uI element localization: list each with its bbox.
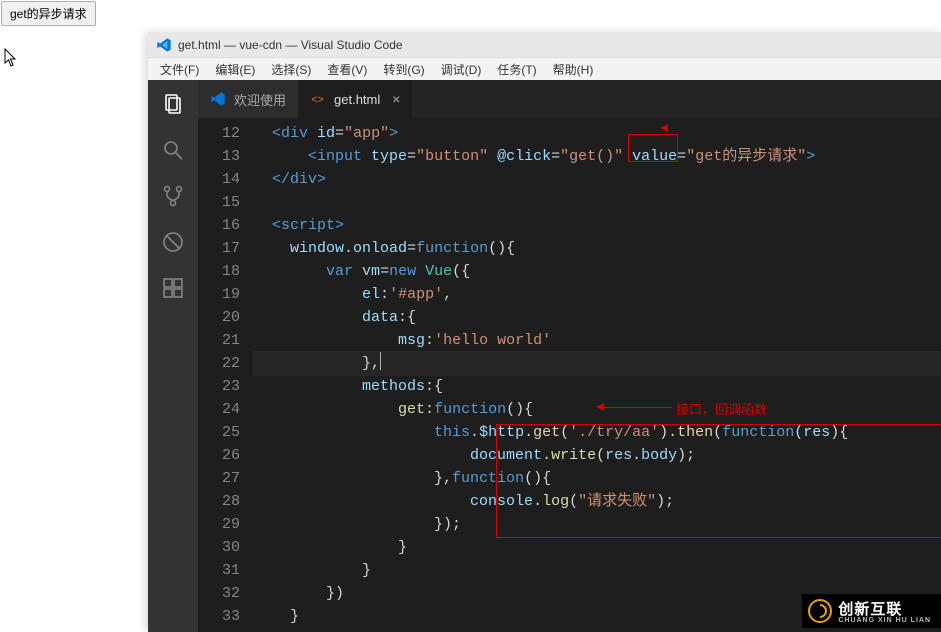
code-content[interactable]: <div id="app"> <input type="button" @cli… bbox=[254, 122, 941, 628]
code-line[interactable]: window.onload=function(){ bbox=[254, 237, 941, 260]
close-icon[interactable]: × bbox=[392, 91, 400, 107]
line-number: 33 bbox=[198, 605, 240, 628]
line-number: 12 bbox=[198, 122, 240, 145]
line-number: 32 bbox=[198, 582, 240, 605]
line-number: 15 bbox=[198, 191, 240, 214]
menu-item[interactable]: 编辑(E) bbox=[207, 61, 263, 78]
line-number: 19 bbox=[198, 283, 240, 306]
line-gutter: 1213141516171819202122232425262728293031… bbox=[198, 122, 254, 628]
code-line[interactable]: el:'#app', bbox=[254, 283, 941, 306]
line-number: 27 bbox=[198, 467, 240, 490]
code-line[interactable]: document.write(res.body); bbox=[254, 444, 941, 467]
vscode-window: get.html — vue-cdn — Visual Studio Code … bbox=[148, 32, 941, 632]
menu-item[interactable]: 选择(S) bbox=[263, 61, 319, 78]
window-title: get.html — vue-cdn — Visual Studio Code bbox=[178, 38, 403, 52]
menu-item[interactable]: 帮助(H) bbox=[545, 61, 602, 78]
search-icon[interactable] bbox=[159, 136, 187, 164]
code-line[interactable] bbox=[254, 191, 941, 214]
watermark-badge: 创新互联 CHUANG XIN HU LIAN bbox=[802, 594, 941, 628]
vs-icon bbox=[210, 91, 226, 107]
menu-item[interactable]: 查看(V) bbox=[319, 61, 375, 78]
extensions-icon[interactable] bbox=[159, 274, 187, 302]
menu-item[interactable]: 转到(G) bbox=[375, 61, 432, 78]
tab-get.html[interactable]: <> get.html × bbox=[298, 80, 412, 118]
line-number: 31 bbox=[198, 559, 240, 582]
code-line[interactable]: data:{ bbox=[254, 306, 941, 329]
editor-tabs: 欢迎使用 <> get.html × bbox=[198, 80, 941, 118]
code-line[interactable]: </div> bbox=[254, 168, 941, 191]
git-icon[interactable] bbox=[159, 182, 187, 210]
code-icon: <> bbox=[310, 91, 326, 107]
code-line[interactable]: }); bbox=[254, 513, 941, 536]
watermark-title: 创新互联 bbox=[838, 601, 902, 618]
line-number: 13 bbox=[198, 145, 240, 168]
vscode-logo-icon bbox=[156, 37, 172, 53]
menu-item[interactable]: 文件(F) bbox=[152, 61, 207, 78]
code-line[interactable]: msg:'hello world' bbox=[254, 329, 941, 352]
line-number: 21 bbox=[198, 329, 240, 352]
line-number: 16 bbox=[198, 214, 240, 237]
code-line[interactable]: } bbox=[254, 536, 941, 559]
code-line[interactable]: var vm=new Vue({ bbox=[254, 260, 941, 283]
line-number: 29 bbox=[198, 513, 240, 536]
code-editor[interactable]: 1213141516171819202122232425262728293031… bbox=[198, 118, 941, 632]
line-number: 20 bbox=[198, 306, 240, 329]
line-number: 14 bbox=[198, 168, 240, 191]
tab-label: get.html bbox=[334, 92, 380, 107]
cursor-arrow-icon bbox=[4, 48, 20, 73]
code-line[interactable]: }, bbox=[254, 352, 941, 375]
code-line[interactable]: this.$http.get('./try/aa').then(function… bbox=[254, 421, 941, 444]
code-line[interactable]: <input type="button" @click="get()" valu… bbox=[254, 145, 941, 168]
code-line[interactable]: <div id="app"> bbox=[254, 122, 941, 145]
line-number: 23 bbox=[198, 375, 240, 398]
line-number: 28 bbox=[198, 490, 240, 513]
menu-item[interactable]: 任务(T) bbox=[489, 61, 544, 78]
code-line[interactable]: get:function(){ bbox=[254, 398, 941, 421]
line-number: 18 bbox=[198, 260, 240, 283]
code-line[interactable]: } bbox=[254, 559, 941, 582]
code-line[interactable]: methods:{ bbox=[254, 375, 941, 398]
line-number: 24 bbox=[198, 398, 240, 421]
menu-item[interactable]: 调试(D) bbox=[433, 61, 490, 78]
line-number: 30 bbox=[198, 536, 240, 559]
files-icon[interactable] bbox=[159, 90, 187, 118]
watermark-subtitle: CHUANG XIN HU LIAN bbox=[838, 617, 931, 624]
svg-text:<>: <> bbox=[311, 94, 323, 106]
code-line[interactable]: console.log("请求失败"); bbox=[254, 490, 941, 513]
menubar[interactable]: 文件(F)编辑(E)选择(S)查看(V)转到(G)调试(D)任务(T)帮助(H) bbox=[148, 58, 941, 80]
titlebar: get.html — vue-cdn — Visual Studio Code bbox=[148, 32, 941, 58]
line-number: 22 bbox=[198, 352, 240, 375]
line-number: 26 bbox=[198, 444, 240, 467]
code-line[interactable]: },function(){ bbox=[254, 467, 941, 490]
text-caret bbox=[380, 352, 381, 370]
tab-欢迎使用[interactable]: 欢迎使用 bbox=[198, 80, 298, 118]
line-number: 17 bbox=[198, 237, 240, 260]
debug-icon[interactable] bbox=[159, 228, 187, 256]
code-line[interactable]: <script> bbox=[254, 214, 941, 237]
watermark-logo-icon bbox=[808, 599, 832, 623]
tab-label: 欢迎使用 bbox=[234, 90, 286, 109]
async-get-button[interactable]: get的异步请求 bbox=[1, 1, 96, 26]
activity-bar bbox=[148, 80, 198, 632]
line-number: 25 bbox=[198, 421, 240, 444]
